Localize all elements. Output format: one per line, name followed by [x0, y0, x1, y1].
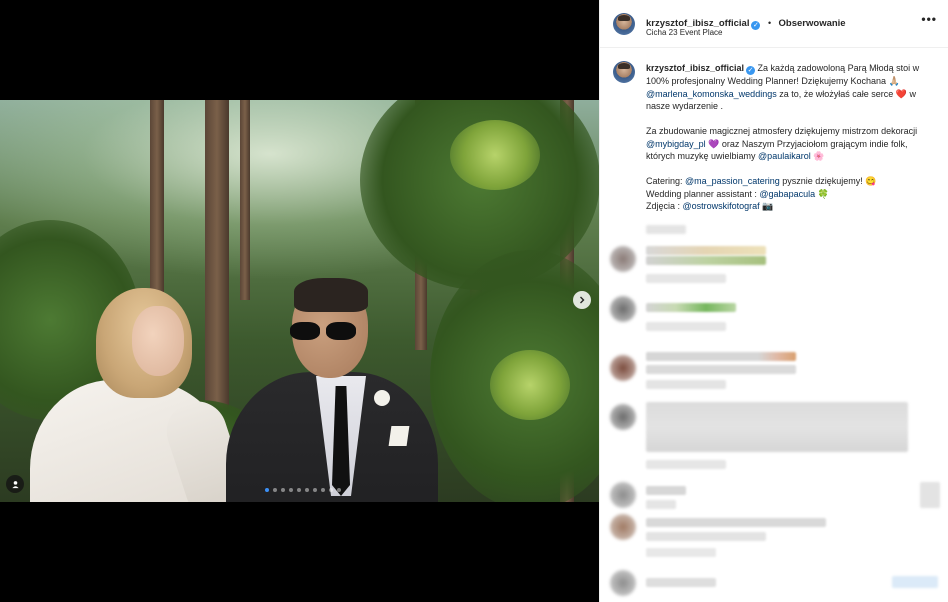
- blurred-comment-action: [892, 576, 938, 588]
- separator: •: [767, 18, 772, 28]
- blurred-comment-text: [646, 486, 686, 495]
- caption-text: za to, że włożyłaś całe serce: [776, 88, 896, 99]
- carousel-dot: [321, 488, 325, 492]
- carousel-dot: [289, 488, 293, 492]
- caption-text: Catering:: [646, 176, 686, 186]
- instagram-post-view: krzysztof_ibisz_official ✓ • Obserwowanie…: [0, 0, 948, 602]
- flower-emoji: 🌸: [813, 151, 825, 161]
- tree-trunk: [150, 100, 164, 320]
- mention-link[interactable]: @gabapacula: [759, 189, 815, 199]
- carousel-dot: [305, 488, 309, 492]
- blurred-comment-meta: [646, 225, 686, 234]
- pray-emoji: 🙏🏼: [888, 76, 900, 86]
- clover-emoji: 🍀: [817, 188, 829, 199]
- sunlit-leaves: [450, 120, 540, 190]
- mention-link[interactable]: @marlena_komonska_weddings: [646, 89, 777, 99]
- post-header: krzysztof_ibisz_official ✓ • Obserwowanie…: [600, 0, 948, 48]
- blurred-comment-meta: [646, 380, 726, 389]
- sunlit-leaves: [490, 350, 570, 420]
- carousel-dot: [273, 488, 277, 492]
- post-location[interactable]: Cicha 23 Event Place: [646, 28, 723, 37]
- carousel-dot: [265, 488, 269, 492]
- blurred-comment-text: [646, 518, 826, 527]
- blurred-comment-meta: [646, 460, 726, 469]
- caption-username[interactable]: krzysztof_ibisz_official: [646, 63, 744, 73]
- caption-text: Zdjęcia :: [646, 201, 683, 211]
- blurred-comment-text: [646, 303, 736, 312]
- user-tags-button[interactable]: [6, 475, 24, 493]
- post-side-panel: krzysztof_ibisz_official ✓ • Obserwowanie…: [599, 0, 948, 602]
- blurred-comment-text: [646, 402, 908, 452]
- comment-avatar[interactable]: [610, 404, 636, 430]
- blurred-comment-like: [920, 482, 940, 508]
- caption-text: pysznie dziękujemy!: [779, 176, 866, 186]
- verified-badge-icon: ✓: [746, 66, 756, 75]
- blurred-comment-text: [646, 246, 766, 255]
- more-options-icon[interactable]: •••: [921, 12, 937, 26]
- mention-link[interactable]: @paulaikarol: [758, 151, 811, 161]
- author-avatar[interactable]: [613, 13, 635, 35]
- carousel-dot: [313, 488, 317, 492]
- blurred-comment-text: [646, 578, 716, 587]
- post-caption: krzysztof_ibisz_official ✓ Za każdą zadow…: [646, 62, 936, 213]
- comment-avatar[interactable]: [610, 514, 636, 540]
- purple-heart-emoji: 💜: [708, 138, 720, 149]
- comment-avatar[interactable]: [610, 246, 636, 272]
- groom-hair: [294, 278, 368, 312]
- carousel-indicator: [265, 488, 341, 492]
- comment-avatar[interactable]: [610, 570, 636, 596]
- carousel-next-button[interactable]: [573, 291, 591, 309]
- carousel-dot: [329, 488, 333, 492]
- blurred-comment-text: [646, 532, 766, 541]
- caption-avatar[interactable]: [613, 61, 635, 83]
- caption-text: Za zbudowanie magicznej atmosfery dzięku…: [646, 126, 918, 136]
- blurred-comment-meta: [646, 274, 726, 283]
- media-pane: [0, 0, 599, 602]
- mention-link[interactable]: @ma_passion_catering: [685, 176, 780, 186]
- mention-link[interactable]: @mybigday_pl: [646, 139, 706, 149]
- post-photo[interactable]: [0, 100, 599, 502]
- chevron-right-icon: [580, 296, 585, 304]
- caption-text: Wedding planner assistant :: [646, 188, 760, 199]
- mention-link[interactable]: @ostrowskifotograf: [683, 201, 760, 211]
- tree-trunk: [240, 100, 250, 300]
- verified-badge-icon: ✓: [751, 21, 761, 30]
- follow-status-button[interactable]: Obserwowanie: [779, 18, 846, 29]
- sunglasses: [290, 322, 358, 340]
- camera-emoji: 📷: [762, 201, 774, 211]
- blurred-comment-meta: [646, 322, 726, 331]
- boutonniere: [374, 390, 390, 406]
- yum-emoji: 😋: [865, 176, 877, 186]
- blurred-comment-text: [646, 352, 796, 361]
- comment-avatar[interactable]: [610, 355, 636, 381]
- carousel-dot: [337, 488, 341, 492]
- user-tag-icon: [11, 480, 19, 488]
- bride-face: [132, 306, 184, 376]
- pocket-square: [388, 426, 410, 446]
- blurred-comment-text: [646, 256, 766, 265]
- carousel-dot: [281, 488, 285, 492]
- comment-avatar[interactable]: [610, 482, 636, 508]
- carousel-dot: [297, 488, 301, 492]
- tree-trunk: [205, 100, 229, 430]
- comment-avatar[interactable]: [610, 296, 636, 322]
- heart-emoji: ❤️: [895, 88, 907, 99]
- blurred-comment-text: [646, 365, 796, 374]
- blurred-comment-meta: [646, 500, 676, 509]
- blurred-comment-meta: [646, 548, 716, 557]
